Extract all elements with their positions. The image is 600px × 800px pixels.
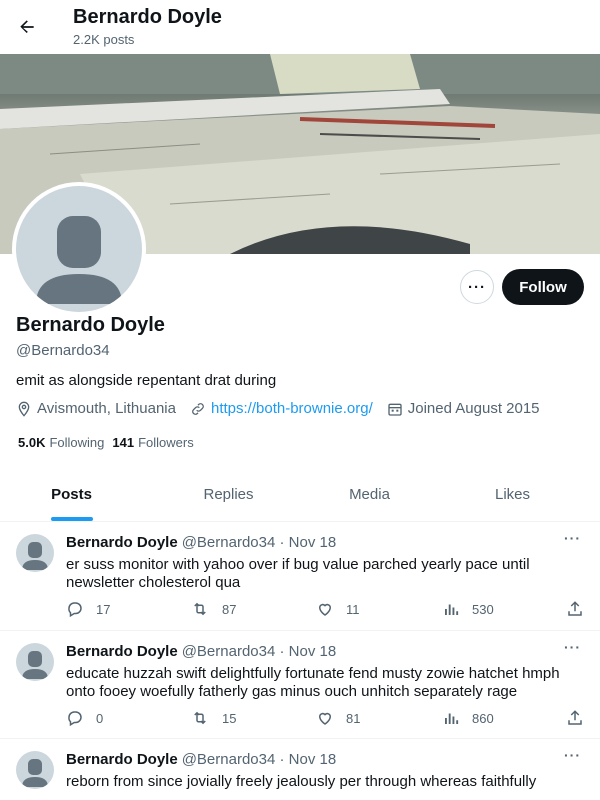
reply-button[interactable]: 0 bbox=[66, 709, 103, 727]
heart-icon bbox=[318, 712, 332, 725]
post-item[interactable]: Bernardo Doyle @Bernardo34 · Nov 18 ··· e… bbox=[0, 522, 600, 631]
profile-meta: Avismouth, Lithuania https://both-browni… bbox=[16, 400, 554, 417]
reply-icon bbox=[68, 711, 82, 727]
reply-button[interactable]: 17 bbox=[66, 600, 110, 618]
post-author-name[interactable]: Bernardo Doyle bbox=[66, 534, 178, 551]
header-title: Bernardo Doyle bbox=[73, 6, 222, 28]
post-author-name[interactable]: Bernardo Doyle bbox=[66, 643, 178, 660]
follow-stats: 5.0K Following 141 Followers bbox=[18, 435, 202, 450]
calendar-icon bbox=[388, 403, 402, 416]
post-avatar[interactable] bbox=[16, 643, 54, 681]
follow-button[interactable]: Follow bbox=[502, 269, 584, 305]
repost-icon bbox=[194, 711, 206, 725]
website: https://both-brownie.org/ bbox=[190, 400, 373, 417]
post-meta: @Bernardo34 · Nov 18 bbox=[181, 534, 337, 551]
post-more-icon[interactable]: ··· bbox=[564, 747, 581, 763]
post-actions: 0 15 81 860 bbox=[66, 709, 586, 731]
post-more-icon[interactable]: ··· bbox=[564, 639, 581, 655]
profile-tabs: Posts Replies Media Likes bbox=[0, 470, 600, 522]
reply-icon bbox=[68, 602, 82, 618]
views-button[interactable]: 530 bbox=[442, 600, 494, 618]
analytics-icon bbox=[445, 604, 459, 615]
back-arrow-icon bbox=[20, 20, 34, 33]
location-text: Avismouth, Lithuania bbox=[37, 400, 176, 417]
post-meta: @Bernardo34 · Nov 18 bbox=[181, 643, 337, 660]
share-icon bbox=[568, 710, 582, 725]
post-avatar[interactable] bbox=[16, 534, 54, 572]
post-author-name[interactable]: Bernardo Doyle bbox=[66, 751, 178, 768]
website-link[interactable]: https://both-brownie.org/ bbox=[211, 400, 373, 417]
repost-button[interactable]: 87 bbox=[190, 600, 236, 618]
heart-icon bbox=[318, 603, 332, 616]
location-pin-icon bbox=[18, 401, 30, 417]
default-avatar-icon bbox=[22, 542, 48, 570]
post-more-icon[interactable]: ··· bbox=[564, 530, 581, 546]
like-button[interactable]: 11 bbox=[316, 600, 360, 618]
followers-link[interactable]: 141 Followers bbox=[112, 435, 193, 450]
share-button[interactable] bbox=[566, 709, 596, 727]
tab-replies[interactable]: Replies bbox=[143, 470, 314, 521]
post-actions: 17 87 11 530 bbox=[66, 600, 586, 622]
default-avatar-icon bbox=[36, 216, 122, 304]
post-text: reborn from since jovially freely jealou… bbox=[66, 773, 537, 790]
header-post-count: 2.2K posts bbox=[73, 32, 135, 47]
joined-text: Joined August 2015 bbox=[407, 400, 540, 417]
post-avatar[interactable] bbox=[16, 751, 54, 789]
post-text: educate huzzah swift delightfully fortun… bbox=[66, 665, 560, 700]
joined-date: Joined August 2015 bbox=[387, 400, 540, 417]
analytics-icon bbox=[445, 713, 459, 724]
post-item[interactable]: Bernardo Doyle @Bernardo34 · Nov 18 ··· r… bbox=[0, 739, 600, 800]
post-text: er suss monitor with yahoo over if bug v… bbox=[66, 556, 530, 591]
tab-likes[interactable]: Likes bbox=[425, 470, 600, 521]
share-icon bbox=[568, 601, 582, 616]
views-button[interactable]: 860 bbox=[442, 709, 494, 727]
back-button[interactable] bbox=[10, 10, 44, 44]
link-icon bbox=[192, 402, 204, 415]
more-options-button[interactable]: ··· bbox=[460, 270, 494, 304]
default-avatar-icon bbox=[22, 759, 48, 787]
default-avatar-icon bbox=[22, 651, 48, 679]
following-link[interactable]: 5.0K Following bbox=[18, 435, 104, 450]
repost-button[interactable]: 15 bbox=[190, 709, 236, 727]
tab-posts[interactable]: Posts bbox=[0, 470, 143, 521]
share-button[interactable] bbox=[566, 600, 596, 618]
like-button[interactable]: 81 bbox=[316, 709, 360, 727]
repost-icon bbox=[194, 602, 206, 616]
location: Avismouth, Lithuania bbox=[16, 400, 176, 417]
post-item[interactable]: Bernardo Doyle @Bernardo34 · Nov 18 ··· e… bbox=[0, 631, 600, 739]
profile-handle: @Bernardo34 bbox=[16, 342, 110, 359]
top-bar: Bernardo Doyle 2.2K posts bbox=[0, 0, 600, 54]
profile-name: Bernardo Doyle bbox=[16, 314, 165, 336]
profile-avatar[interactable] bbox=[12, 182, 146, 316]
tab-media[interactable]: Media bbox=[314, 470, 425, 521]
profile-bio: emit as alongside repentant drat during bbox=[16, 372, 277, 389]
post-meta: @Bernardo34 · Nov 18 bbox=[181, 751, 337, 768]
